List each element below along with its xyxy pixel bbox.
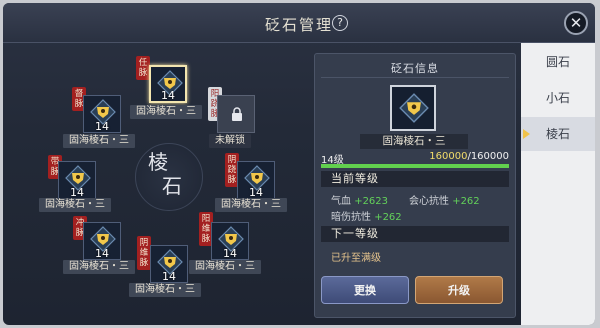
gem-name-lower-right: 固海棱石・三 — [189, 260, 261, 274]
stat-value: +2623 — [354, 196, 389, 207]
stone-type-tabs: 圆石 小石 棱石 — [521, 43, 595, 325]
replace-button[interactable]: 更换 — [321, 276, 409, 304]
gem-slot-lower-left[interactable]: 14 — [83, 222, 121, 260]
gem-icon — [399, 93, 429, 123]
gem-slot-top[interactable]: 14 — [149, 65, 187, 103]
gem-name-lower-left: 固海棱石・三 — [63, 260, 135, 274]
exp-progress-text: 160000/160000 — [429, 151, 509, 162]
exp-progress-bar — [321, 164, 509, 168]
stat-label: 会心抗性 — [409, 196, 449, 207]
current-level-heading: 当前等级 — [321, 171, 509, 187]
stat-label: 气血 — [331, 196, 351, 207]
gem-name-right: 固海棱石・三 — [215, 198, 287, 212]
stone-management-panel: 砭石管理 ? ✕ 棱 石 任脉 14 固海棱石・三 督脉 14 固海棱石・三 阳… — [3, 3, 595, 325]
center-label-char-1: 棱 — [148, 150, 168, 174]
gem-level: 14 — [162, 270, 176, 283]
stat-value: +262 — [452, 196, 480, 207]
upgrade-button[interactable]: 升级 — [415, 276, 503, 304]
center-label-char-2: 石 — [162, 174, 182, 198]
selected-gem-name: 固海棱石・三 — [360, 134, 468, 149]
gem-level: 14 — [95, 247, 109, 260]
stone-info-panel: 砭石信息 固海棱石・三 14级 160000/160000 当前等级 气血 +2… — [314, 53, 516, 318]
gem-slot-bottom[interactable]: 14 — [150, 245, 188, 283]
meridian-tag-top: 任脉 — [136, 56, 150, 80]
stat-value: +262 — [374, 212, 402, 223]
gem-name-left: 固海棱石・三 — [39, 198, 111, 212]
window-title: 砭石管理 — [264, 16, 333, 34]
lock-icon — [232, 107, 242, 121]
tab-edge-stone[interactable]: 棱石 — [521, 117, 595, 151]
gem-name-upper-right: 未解锁 — [209, 134, 251, 148]
exp-progress-fill — [321, 164, 509, 168]
meridian-tag-bottom: 阴维脉 — [137, 236, 151, 270]
stat-hp: 气血 +2623 — [331, 192, 388, 207]
tab-edge-stone-label: 棱石 — [545, 127, 570, 141]
stat-hidden-damage-resist: 暗伤抗性 +262 — [331, 208, 402, 223]
center-label: 棱 石 — [140, 150, 198, 198]
gem-slot-upper-right-locked[interactable] — [217, 95, 255, 133]
next-level-heading: 下一等级 — [321, 226, 509, 242]
header-bar: 砭石管理 ? ✕ — [3, 3, 595, 43]
gem-level: 14 — [95, 120, 109, 133]
help-icon[interactable]: ? — [332, 15, 348, 31]
gem-slot-lower-right[interactable]: 14 — [211, 222, 249, 260]
gem-name-upper-left: 固海棱石・三 — [63, 134, 135, 148]
exp-current: 160000 — [429, 151, 468, 162]
max-level-text: 已升至满级 — [331, 253, 381, 264]
gem-name-bottom: 固海棱石・三 — [129, 283, 201, 297]
gem-slot-right[interactable]: 14 — [237, 161, 275, 199]
stat-label: 暗伤抗性 — [331, 212, 371, 223]
selected-gem-slot — [390, 85, 436, 131]
exp-total: /160000 — [467, 151, 509, 162]
tab-round-stone[interactable]: 圆石 — [521, 45, 595, 79]
gem-level: 14 — [223, 247, 237, 260]
close-button[interactable]: ✕ — [564, 11, 588, 35]
divider — [321, 77, 509, 78]
stat-crit-resist: 会心抗性 +262 — [409, 192, 480, 207]
tab-small-stone[interactable]: 小石 — [521, 81, 595, 115]
info-title: 砭石信息 — [391, 62, 439, 75]
gem-level: 14 — [161, 89, 175, 102]
gem-slot-upper-left[interactable]: 14 — [83, 95, 121, 133]
active-tab-arrow-icon — [523, 129, 530, 139]
gem-name-top: 固海棱石・三 — [130, 105, 202, 119]
gem-slot-left[interactable]: 14 — [58, 161, 96, 199]
